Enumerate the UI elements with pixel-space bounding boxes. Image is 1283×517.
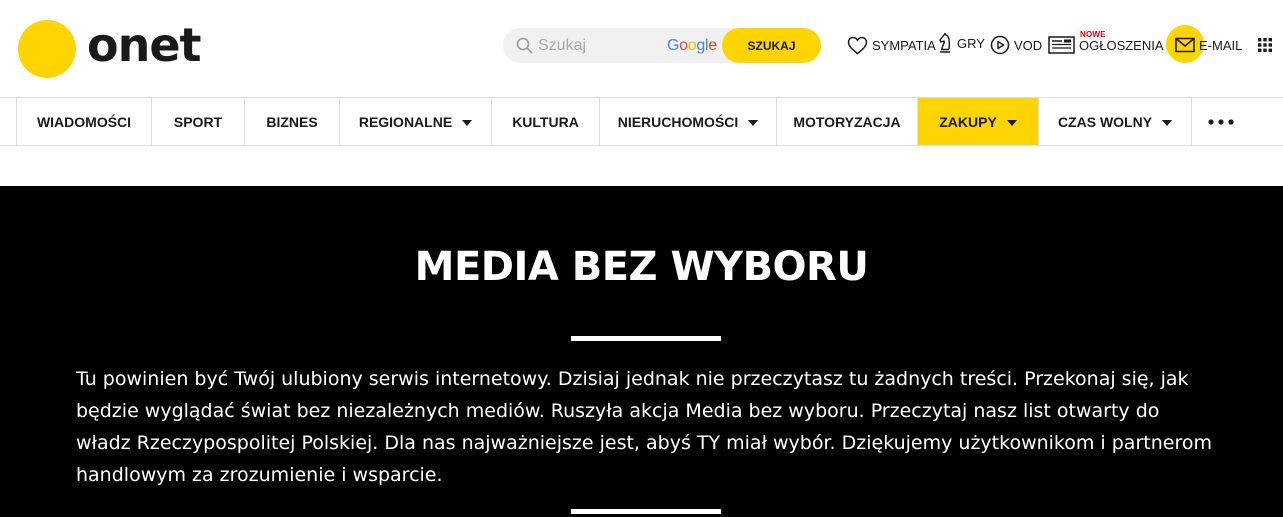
divider-bottom	[571, 509, 721, 514]
nav-label: REGIONALNE	[358, 113, 453, 130]
envelope-icon	[1175, 37, 1195, 53]
nav-item-biznes[interactable]: BIZNES	[245, 98, 340, 145]
media-banner: MEDIA BEZ WYBORU Tu powinien być Twój ul…	[0, 186, 1283, 517]
logo-text: onet	[87, 18, 202, 72]
gry-link[interactable]: GRY	[937, 32, 985, 53]
play-circle-icon	[990, 35, 1010, 55]
search-button[interactable]: SZUKAJ	[722, 28, 821, 63]
google-letter: G	[667, 37, 680, 54]
nav-item-nieruchomosci[interactable]: NIERUCHOMOŚCI	[600, 98, 777, 145]
ogloszenia-link[interactable]: OGŁOSZENIA	[1048, 35, 1164, 55]
banner-title: MEDIA BEZ WYBORU	[414, 244, 869, 290]
nav-more-button[interactable]	[1192, 98, 1250, 145]
header: onet Google SZUKAJ SYMPATIA GRY VOD NOWE	[0, 0, 1283, 97]
gry-label: GRY	[957, 35, 985, 51]
main-nav: WIADOMOŚCI SPORT BIZNES REGIONALNE KULTU…	[0, 97, 1283, 146]
search-icon	[516, 37, 533, 54]
nav-label: SPORT	[173, 113, 223, 130]
nav-item-kultura[interactable]: KULTURA	[492, 98, 600, 145]
search-box: Google SZUKAJ	[503, 28, 821, 63]
heart-icon	[847, 36, 868, 54]
sympatia-link[interactable]: SYMPATIA	[847, 35, 936, 55]
google-letter: g	[696, 37, 705, 54]
chess-knight-icon	[939, 32, 951, 53]
caret-down-icon	[1162, 119, 1173, 126]
search-input[interactable]	[538, 32, 658, 59]
banner-text: Tu powinien być Twój ulubiony serwis int…	[76, 368, 1212, 486]
vod-link[interactable]: VOD	[990, 35, 1042, 55]
email-label: E-MAIL	[1199, 37, 1243, 53]
caret-down-icon	[1006, 119, 1017, 126]
caret-down-icon	[462, 119, 473, 126]
nav-label: CZAS WOLNY	[1057, 113, 1153, 130]
caret-down-icon	[748, 119, 759, 126]
google-letter: e	[708, 37, 717, 54]
newspaper-icon	[1048, 36, 1075, 54]
vod-label: VOD	[1014, 37, 1043, 53]
more-dots-icon	[1208, 118, 1234, 125]
nav-label: WIADOMOŚCI	[36, 113, 132, 130]
google-logo: Google	[667, 37, 717, 55]
nav-label: KULTURA	[512, 113, 579, 130]
nav-item-wiadomosci[interactable]: WIADOMOŚCI	[16, 98, 152, 145]
nav-label: BIZNES	[266, 113, 318, 130]
apps-grid-icon[interactable]	[1258, 38, 1272, 52]
onet-logo[interactable]: onet	[18, 18, 202, 79]
nav-item-regionalne[interactable]: REGIONALNE	[340, 98, 492, 145]
google-letter: o	[679, 37, 688, 54]
nav-label: ZAKUPY	[939, 113, 997, 130]
sympatia-label: SYMPATIA	[872, 37, 936, 53]
nav-item-motoryzacja[interactable]: MOTORYZACJA	[777, 98, 918, 145]
nav-label: NIERUCHOMOŚCI	[617, 113, 739, 130]
nav-item-sport[interactable]: SPORT	[152, 98, 245, 145]
divider-top	[571, 336, 721, 341]
ogloszenia-label: OGŁOSZENIA	[1079, 37, 1164, 53]
nav-label: MOTORYZACJA	[793, 113, 901, 130]
logo-dot	[18, 20, 76, 78]
email-link[interactable]: E-MAIL	[1175, 35, 1242, 55]
nav-item-czas-wolny[interactable]: CZAS WOLNY	[1039, 98, 1192, 145]
nav-item-zakupy[interactable]: ZAKUPY	[918, 98, 1039, 145]
